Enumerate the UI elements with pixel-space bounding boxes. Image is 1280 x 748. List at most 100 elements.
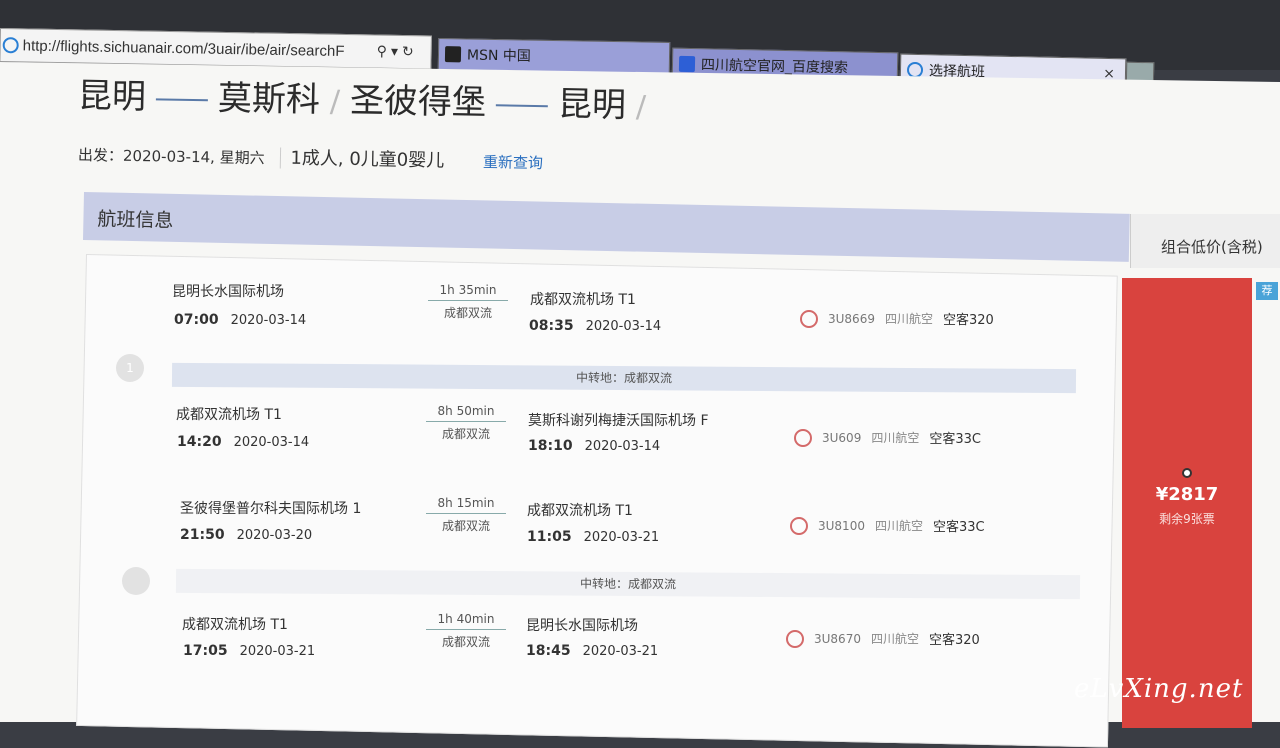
requery-link[interactable]: 重新查询: [483, 153, 543, 172]
baidu-icon: [678, 55, 696, 73]
arr-airport: 成都双流机场 T1: [530, 292, 636, 308]
ie-icon: [906, 61, 924, 79]
route-leg2-to: 昆明: [557, 84, 627, 126]
arr-time: 11:05: [527, 529, 572, 545]
dep-datetime: 17:05 2020-03-21: [183, 643, 315, 659]
dep-time: 17:05: [183, 643, 228, 659]
dep-airport: 成都双流机场 T1: [182, 617, 288, 633]
airline-name: 四川航空: [871, 431, 920, 445]
arr-datetime: 08:35 2020-03-14: [529, 318, 661, 334]
duration-line: [426, 629, 506, 630]
flight-number: 3U8100: [818, 518, 865, 533]
route-leg1-to: 莫斯科: [217, 78, 321, 121]
dep-time: 07:00: [174, 312, 219, 328]
watermark: eLvXing.net: [1074, 674, 1244, 704]
tab-msn[interactable]: MSN 中国: [437, 37, 671, 75]
dep-date: 2020-03-21: [239, 644, 316, 659]
arr-time: 18:10: [528, 438, 573, 454]
recommend-badge: 荐: [1256, 282, 1278, 300]
arrow-icon: [495, 103, 548, 107]
sichuan-airlines-logo-icon: [800, 309, 818, 328]
trip-marker: [122, 567, 150, 595]
msn-icon: [444, 46, 462, 63]
airline-name: 四川航空: [884, 312, 933, 326]
dep-airport: 圣彼得堡普尔科夫国际机场 1: [180, 501, 362, 517]
flight-info[interactable]: 3U609 四川航空 空客33C: [794, 428, 981, 447]
flight-number: 3U609: [822, 430, 862, 445]
search-icon[interactable]: ⚲: [377, 44, 388, 60]
passenger-count: 1成人, 0儿童0婴儿: [279, 147, 445, 172]
browser-chrome: http://flights.sichuanair.com/3uair/ibe/…: [0, 0, 1280, 93]
arr-time: 18:45: [526, 643, 571, 659]
route-leg2-from: 圣彼得堡: [349, 80, 487, 124]
url-text[interactable]: http://flights.sichuanair.com/3uair/ibe/…: [23, 37, 373, 60]
refresh-icon[interactable]: ↻: [402, 44, 414, 60]
flight-duration: 8h 50min 成都双流: [426, 404, 506, 442]
via-text: 成都双流: [441, 427, 490, 441]
dep-airport: 成都双流机场 T1: [176, 407, 282, 423]
aircraft-type: 空客320: [942, 313, 994, 328]
arr-date: 2020-03-21: [582, 644, 659, 659]
arrow-icon: [155, 97, 208, 101]
arr-datetime: 11:05 2020-03-21: [527, 529, 659, 545]
flight-duration: 1h 40min 成都双流: [426, 612, 506, 650]
via-text: 成都双流: [443, 306, 492, 320]
divider: /: [329, 84, 341, 120]
dep-time: 21:50: [180, 527, 225, 543]
route-title: 昆明 莫斯科 / 圣彼得堡 昆明 /: [78, 68, 657, 127]
combo-price-label: 组合低价(含税): [1161, 238, 1263, 256]
flight-info[interactable]: 3U8670 四川航空 空客320: [786, 629, 980, 648]
flight-info[interactable]: 3U8100 四川航空 空客33C: [790, 516, 985, 535]
departure-date: 出发：2020-03-14, 星期六: [77, 146, 265, 168]
aircraft-type: 空客33C: [932, 520, 985, 535]
dropdown-icon[interactable]: ▾: [391, 44, 398, 60]
duration-line: [428, 300, 508, 301]
seats-left: 剩余9张票: [1159, 512, 1215, 526]
route-leg1-from: 昆明: [77, 76, 147, 118]
flight-number: 3U8669: [828, 311, 875, 326]
duration-text: 1h 35min: [439, 283, 497, 297]
arr-date: 2020-03-14: [584, 439, 661, 454]
arr-airport: 成都双流机场 T1: [527, 503, 633, 519]
duration-line: [426, 421, 506, 422]
trip-marker: 1: [116, 354, 144, 382]
flight-duration: 1h 35min 成都双流: [428, 283, 508, 321]
price-radio[interactable]: [1182, 468, 1192, 478]
ie-icon: [2, 37, 19, 54]
combo-price-header: 组合低价(含税): [1130, 214, 1280, 268]
arr-datetime: 18:45 2020-03-21: [526, 643, 658, 659]
duration-text: 8h 15min: [437, 496, 495, 510]
arr-date: 2020-03-21: [583, 530, 660, 545]
aircraft-type: 空客33C: [929, 432, 981, 447]
price-amount: ¥2817: [1155, 484, 1219, 505]
sichuan-airlines-logo-icon: [786, 629, 804, 648]
sichuan-airlines-logo-icon: [790, 516, 808, 535]
arr-airport: 昆明长水国际机场: [526, 618, 638, 634]
section-title: 航班信息: [97, 208, 174, 232]
tab-label: MSN 中国: [466, 47, 532, 65]
dep-datetime: 14:20 2020-03-14: [177, 434, 309, 450]
combo-price-cell[interactable]: ¥2817 剩余9张票: [1122, 278, 1252, 728]
arr-airport: 莫斯科谢列梅捷沃国际机场 F: [528, 413, 709, 429]
dep-date: 2020-03-20: [236, 528, 313, 543]
arr-datetime: 18:10 2020-03-14: [528, 438, 660, 454]
duration-line: [426, 513, 506, 514]
airline-name: 四川航空: [870, 632, 919, 646]
aircraft-type: 空客320: [928, 633, 980, 648]
flight-info[interactable]: 3U8669 四川航空 空客320: [800, 309, 994, 328]
sichuan-airlines-logo-icon: [794, 428, 812, 447]
dep-datetime: 21:50 2020-03-20: [180, 527, 312, 543]
via-text: 成都双流: [441, 519, 490, 533]
via-text: 成都双流: [441, 635, 490, 649]
divider: /: [635, 89, 647, 125]
duration-text: 8h 50min: [437, 404, 495, 418]
dep-time: 14:20: [177, 434, 222, 450]
dep-datetime: 07:00 2020-03-14: [174, 312, 306, 328]
dep-date: 2020-03-14: [230, 313, 307, 328]
flight-number: 3U8670: [814, 631, 861, 646]
arr-date: 2020-03-14: [585, 319, 662, 334]
arr-time: 08:35: [529, 318, 574, 334]
dep-airport: 昆明长水国际机场: [172, 284, 284, 300]
flight-duration: 8h 15min 成都双流: [426, 496, 506, 534]
duration-text: 1h 40min: [437, 612, 495, 626]
